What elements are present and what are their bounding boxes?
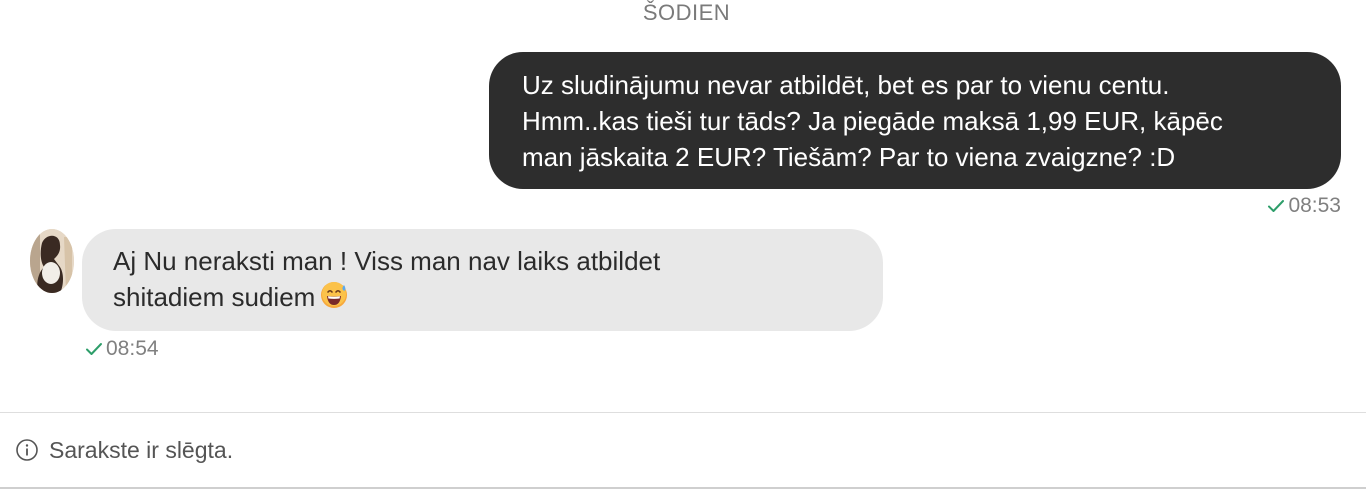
message-line: Aj Nu neraksti man ! Viss man nav laiks … xyxy=(113,246,661,276)
message-line: Hmm..kas tieši tur tāds? Ja piegāde maks… xyxy=(522,106,1223,136)
info-icon xyxy=(16,439,38,461)
incoming-message-meta: 08:54 xyxy=(85,337,159,361)
message-time: 08:53 xyxy=(1288,194,1341,217)
avatar[interactable] xyxy=(30,229,74,293)
closed-notice-text: Sarakste ir slēgta. xyxy=(49,436,234,463)
outgoing-message-meta: 08:53 xyxy=(1267,194,1341,218)
message-line: Uz sludinājumu nevar atbildēt, bet es pa… xyxy=(522,70,1170,100)
message-line-with-emoji: shitadiem sudiem xyxy=(113,279,853,315)
message-time: 08:54 xyxy=(106,337,159,360)
message-line: shitadiem sudiem xyxy=(113,282,316,312)
grinning-sweat-emoji xyxy=(321,282,348,308)
incoming-message-bubble[interactable]: Aj Nu neraksti man ! Viss man nav laiks … xyxy=(82,229,883,331)
avatar-image xyxy=(30,229,74,293)
outgoing-message-bubble[interactable]: Uz sludinājumu nevar atbildēt, bet es pa… xyxy=(489,52,1341,189)
day-separator: ŠODIEN xyxy=(642,0,731,25)
message-line: man jāskaita 2 EUR? Tiešām? Par to viena… xyxy=(522,142,1176,172)
chat-thread: ŠODIEN Uz sludinājumu nevar atbildēt, be… xyxy=(0,0,1366,412)
check-icon xyxy=(1268,200,1285,212)
check-icon xyxy=(86,343,102,355)
conversation-closed-notice: Sarakste ir slēgta. xyxy=(0,412,1366,489)
